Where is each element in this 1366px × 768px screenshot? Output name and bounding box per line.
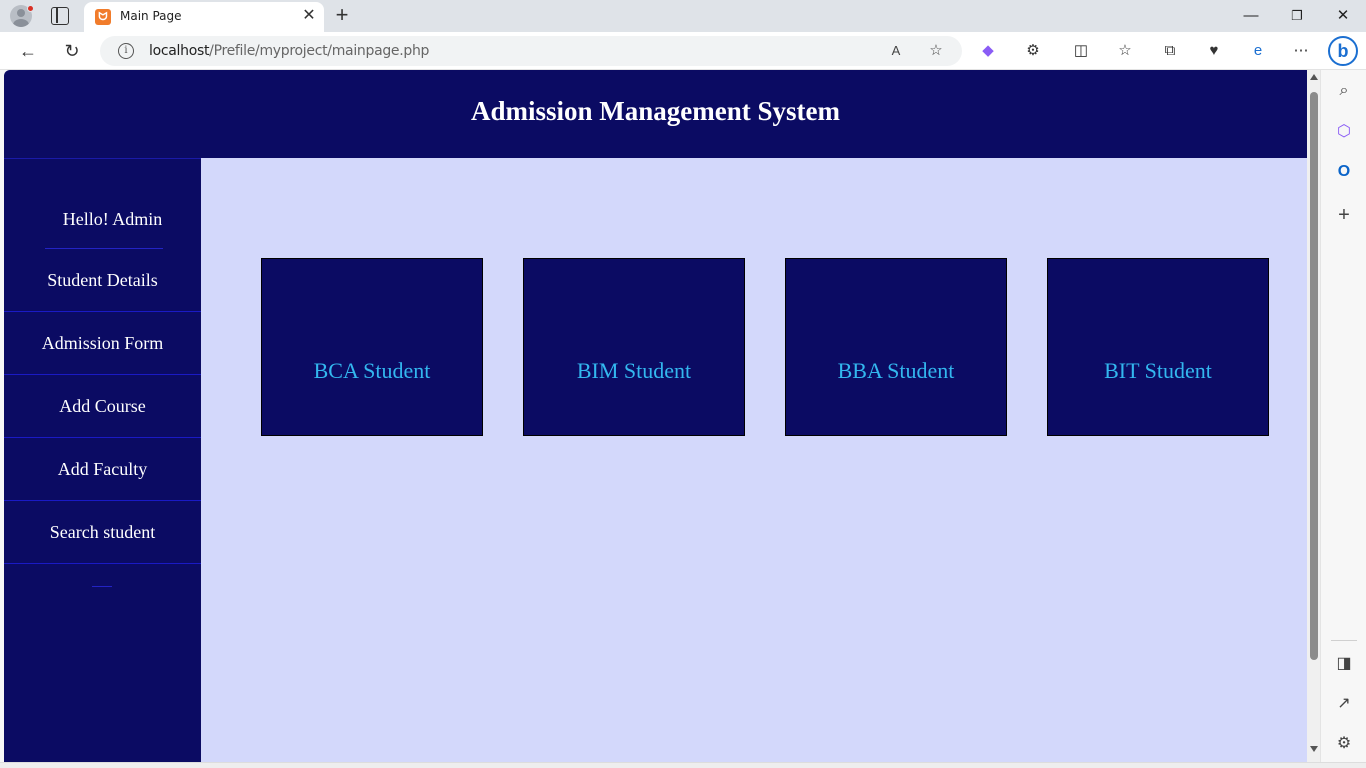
sidebar: Hello! Admin Student Details Admission F… (4, 158, 201, 762)
performance-icon[interactable]: ♥ (1204, 41, 1224, 61)
favorites-icon[interactable]: ☆ (1115, 41, 1135, 61)
card-label: BIM Student (576, 358, 692, 383)
split-screen-icon[interactable]: ◫ (1071, 41, 1091, 61)
tab-actions-icon[interactable] (51, 7, 69, 25)
card-label: BCA Student (313, 358, 431, 383)
browser-tab-bar: ᗢ Main Page ✕ + — ❐ ✕ (0, 0, 1366, 32)
url-path: /Prefile/myproject/mainpage.php (209, 43, 430, 59)
card-bca-student[interactable]: BCA Student (261, 258, 483, 436)
address-bar[interactable]: i localhost/Prefile/myproject/mainpage.p… (100, 36, 962, 66)
xampp-icon: ᗢ (95, 9, 111, 25)
more-menu-icon[interactable]: ⋯ (1291, 41, 1311, 61)
scroll-up-icon[interactable] (1309, 74, 1318, 80)
site-info-icon[interactable]: i (118, 43, 134, 59)
page-title: Admission Management System (471, 96, 840, 126)
url-text: localhost/Prefile/myproject/mainpage.php (149, 43, 429, 59)
refresh-icon[interactable]: ↻ (60, 39, 84, 63)
collections-icon[interactable]: ⧉ (1160, 41, 1180, 61)
settings-gear-icon[interactable]: ⚙ (1334, 734, 1354, 754)
open-external-icon[interactable]: ↗ (1334, 694, 1354, 714)
page-scrollbar[interactable] (1307, 70, 1320, 762)
card-label: BIT Student (1104, 358, 1212, 383)
favorite-star-icon[interactable]: ☆ (926, 41, 946, 61)
side-panel-divider (1331, 640, 1357, 641)
notification-dot-icon (27, 5, 34, 12)
browser-tab[interactable]: ᗢ Main Page ✕ (84, 2, 324, 32)
menu-item-add-faculty[interactable]: Add Faculty (4, 438, 201, 501)
new-tab-icon[interactable]: + (331, 4, 353, 26)
copilot-sidebar-icon[interactable]: ⬡ (1334, 122, 1354, 142)
bottom-edge (0, 762, 1366, 768)
card-bit-student[interactable]: BIT Student (1047, 258, 1269, 436)
back-icon[interactable]: ← (16, 39, 40, 63)
extensions-icon[interactable]: ⚙ (1023, 41, 1043, 61)
menu-item-admission-form[interactable]: Admission Form (4, 312, 201, 375)
copilot-app-icon[interactable]: ◆ (978, 41, 998, 61)
card-label: BBA Student (837, 358, 955, 383)
bing-copilot-icon[interactable]: b (1328, 36, 1358, 66)
close-window-icon[interactable]: ✕ (1328, 4, 1358, 28)
greeting-text: Hello! Admin (62, 209, 163, 229)
outlook-icon[interactable]: O (1334, 162, 1354, 182)
menu-item-add-course[interactable]: Add Course (4, 375, 201, 438)
browser-essentials-icon[interactable]: e (1248, 41, 1268, 61)
restore-icon[interactable]: ❐ (1282, 4, 1312, 28)
close-tab-icon[interactable]: ✕ (300, 7, 318, 25)
tab-title: Main Page (120, 9, 182, 23)
page-header: Admission Management System (4, 70, 1307, 158)
card-bim-student[interactable]: BIM Student (523, 258, 745, 436)
browser-toolbar: ← ↻ i localhost/Prefile/myproject/mainpa… (0, 32, 1366, 70)
read-aloud-icon[interactable]: A (886, 41, 906, 61)
scroll-down-icon[interactable] (1309, 746, 1318, 752)
sidebar-bottom-divider (92, 586, 112, 587)
menu-item-student-details[interactable]: Student Details (4, 249, 201, 312)
scroll-thumb[interactable] (1310, 92, 1318, 660)
url-host: localhost (149, 43, 210, 59)
search-icon[interactable]: ⌕ (1334, 81, 1354, 101)
minimize-icon[interactable]: — (1236, 4, 1266, 28)
menu-item-search-student[interactable]: Search student (4, 501, 201, 564)
add-sidebar-app-icon[interactable]: + (1334, 205, 1354, 225)
web-page: Admission Management System Hello! Admin… (4, 70, 1307, 762)
browser-side-panel: ⌕ ⬡ O + ◨ ↗ ⚙ (1320, 70, 1366, 768)
card-bba-student[interactable]: BBA Student (785, 258, 1007, 436)
hide-sidebar-icon[interactable]: ◨ (1334, 654, 1354, 674)
